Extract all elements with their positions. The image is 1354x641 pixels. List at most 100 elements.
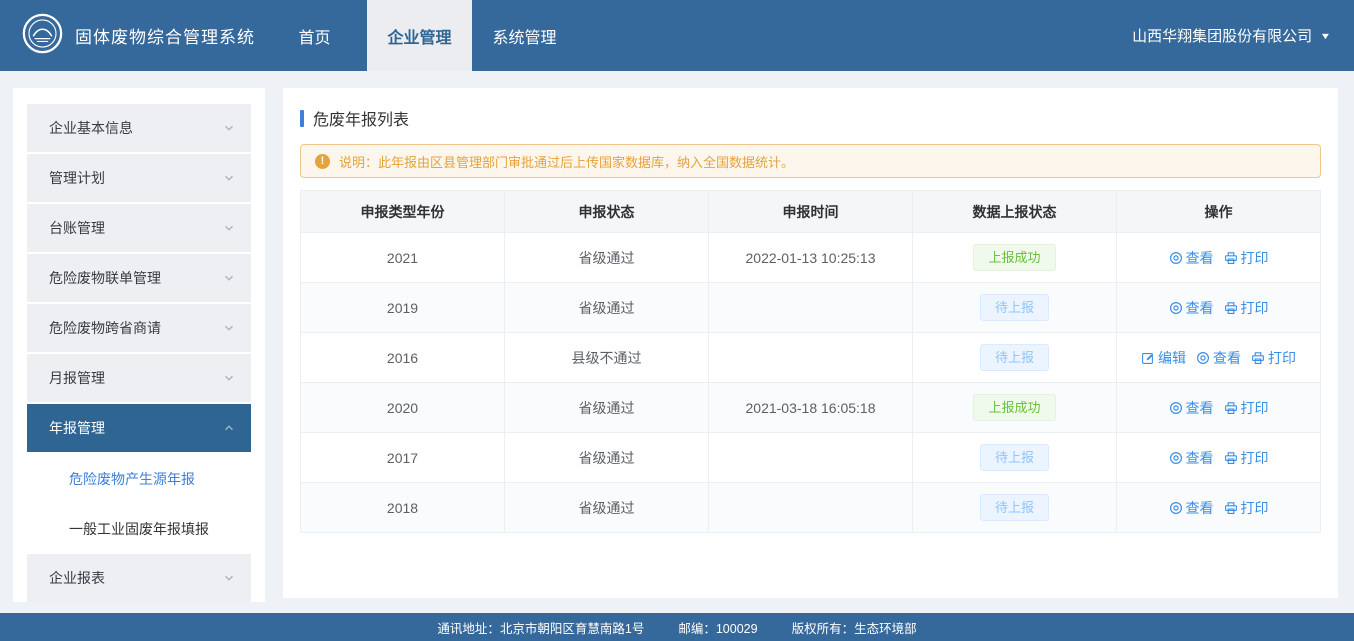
account-menu[interactable]: 山西华翔集团股份有限公司 ▼ [1132, 0, 1354, 71]
action-label: 打印 [1241, 398, 1269, 418]
print-link[interactable]: 打印 [1224, 448, 1269, 468]
cell-declare-time: 2022-01-13 10:25:13 [709, 233, 913, 283]
action-label: 打印 [1241, 298, 1269, 318]
nav-tab[interactable]: 首页 [262, 0, 367, 71]
view-link[interactable]: 查看 [1169, 498, 1214, 518]
chevron-down-icon [223, 172, 235, 184]
action-label: 打印 [1241, 448, 1269, 468]
cell-actions: 编辑 查看打印 [1117, 333, 1321, 383]
action-label: 查看 [1213, 348, 1241, 368]
upload-status-badge: 上报成功 [973, 394, 1055, 421]
cell-year: 2021 [301, 233, 505, 283]
nav-tabs: 首页企业管理系统管理 [262, 0, 577, 71]
footer-address: 通讯地址：北京市朝阳区育慧南路1号 [437, 618, 644, 637]
caret-down-icon: ▼ [1320, 31, 1332, 41]
title-accent-bar [300, 110, 304, 127]
sidebar-item[interactable]: 企业报表 [27, 554, 251, 602]
cell-declare-time [709, 483, 913, 533]
cell-declare-time [709, 283, 913, 333]
edit-link[interactable]: 编辑 [1141, 348, 1186, 368]
chevron-down-icon [223, 372, 235, 384]
cell-declare-time [709, 333, 913, 383]
table-row: 2019省级通过 待上报 查看 打印 [301, 283, 1321, 333]
cell-declare-status: 县级不通过 [505, 333, 709, 383]
sidebar-item[interactable]: 危险废物跨省商请 [27, 304, 251, 352]
table-header-row: 申报类型年份申报状态申报时间数据上报状态操作 [301, 191, 1321, 233]
action-label: 查看 [1186, 398, 1214, 418]
table-row: 2018省级通过待上报查看打印 [301, 483, 1321, 533]
sidebar-item-label: 企业报表 [49, 568, 105, 588]
sidebar-item-label: 台账管理 [49, 218, 105, 238]
upload-status-badge: 待上报 [980, 444, 1049, 471]
sidebar-subitem[interactable]: 危险废物产生源年报 [13, 454, 265, 504]
cell-declare-status: 省级通过 [505, 383, 709, 433]
view-link[interactable]: 查看 [1169, 398, 1214, 418]
action-label: 编辑 [1158, 348, 1186, 368]
cell-upload-status: 待上报 [913, 433, 1117, 483]
table-body: 2021省级通过2022-01-13 10:25:13上报成功查看打印2019省… [301, 233, 1321, 533]
cell-actions: 查看 打印 [1117, 283, 1321, 333]
nav-tab-active[interactable]: 企业管理 [367, 0, 472, 71]
cell-year: 2017 [301, 433, 505, 483]
sidebar-item-label: 企业基本信息 [49, 118, 133, 138]
nav-tab[interactable]: 系统管理 [472, 0, 577, 71]
cell-declare-status: 省级通过 [505, 483, 709, 533]
warning-icon: ! [315, 154, 330, 169]
page-title: 危废年报列表 [313, 106, 409, 130]
print-link[interactable]: 打印 [1224, 298, 1269, 318]
action-label: 查看 [1186, 498, 1214, 518]
alert-text: 说明：此年报由区县管理部门审批通过后上传国家数据库，纳入全国数据统计。 [339, 152, 794, 171]
upload-status-badge: 上报成功 [973, 244, 1055, 271]
sidebar-item-label: 管理计划 [49, 168, 105, 188]
sidebar-item[interactable]: 台账管理 [27, 204, 251, 252]
info-alert: ! 说明：此年报由区县管理部门审批通过后上传国家数据库，纳入全国数据统计。 [300, 144, 1321, 178]
cell-declare-status: 省级通过 [505, 283, 709, 333]
column-header: 申报状态 [505, 191, 709, 233]
view-link[interactable]: 查看 [1169, 298, 1214, 318]
view-link[interactable]: 查看 [1196, 348, 1241, 368]
cell-year: 2019 [301, 283, 505, 333]
upload-status-badge: 待上报 [980, 294, 1049, 321]
cell-actions: 查看 打印 [1117, 233, 1321, 283]
view-icon [1169, 251, 1183, 265]
view-icon [1169, 401, 1183, 415]
view-link[interactable]: 查看 [1169, 248, 1214, 268]
edit-icon [1141, 351, 1155, 365]
cell-upload-status: 待上报 [913, 333, 1117, 383]
sidebar-item-label: 月报管理 [49, 368, 105, 388]
view-icon [1169, 501, 1183, 515]
sidebar-subitem[interactable]: 一般工业固废年报填报 [13, 504, 265, 554]
sidebar-item[interactable]: 月报管理 [27, 354, 251, 402]
print-icon [1224, 401, 1238, 415]
sidebar-item[interactable]: 管理计划 [27, 154, 251, 202]
sidebar-item[interactable]: 年报管理 [27, 404, 251, 452]
upload-status-badge: 待上报 [980, 344, 1049, 371]
table-row: 2016县级不通过 待上报 编辑 查看打印 [301, 333, 1321, 383]
cell-declare-time: 2021-03-18 16:05:18 [709, 383, 913, 433]
view-icon [1196, 351, 1210, 365]
view-link[interactable]: 查看 [1169, 448, 1214, 468]
view-icon [1169, 451, 1183, 465]
cell-year: 2016 [301, 333, 505, 383]
column-header: 操作 [1117, 191, 1321, 233]
chevron-down-icon [223, 572, 235, 584]
print-link[interactable]: 打印 [1224, 498, 1269, 518]
chevron-down-icon [223, 122, 235, 134]
sidebar-item[interactable]: 企业基本信息 [27, 104, 251, 152]
cell-upload-status: 待上报 [913, 283, 1117, 333]
action-label: 打印 [1241, 498, 1269, 518]
sidebar: 企业基本信息管理计划台账管理危险废物联单管理危险废物跨省商请月报管理年报管理危险… [13, 88, 265, 602]
cell-actions: 查看 打印 [1117, 433, 1321, 483]
print-link[interactable]: 打印 [1251, 348, 1296, 368]
sidebar-item[interactable]: 危险废物联单管理 [27, 254, 251, 302]
column-header: 数据上报状态 [913, 191, 1117, 233]
company-name: 山西华翔集团股份有限公司 [1132, 25, 1312, 46]
print-link[interactable]: 打印 [1224, 398, 1269, 418]
print-icon [1224, 451, 1238, 465]
print-icon [1224, 501, 1238, 515]
annual-report-table: 申报类型年份申报状态申报时间数据上报状态操作 2021省级通过2022-01-1… [300, 190, 1321, 533]
page-title-row: 危废年报列表 [300, 106, 1321, 130]
print-link[interactable]: 打印 [1224, 248, 1269, 268]
action-label: 打印 [1241, 248, 1269, 268]
chevron-down-icon [223, 272, 235, 284]
